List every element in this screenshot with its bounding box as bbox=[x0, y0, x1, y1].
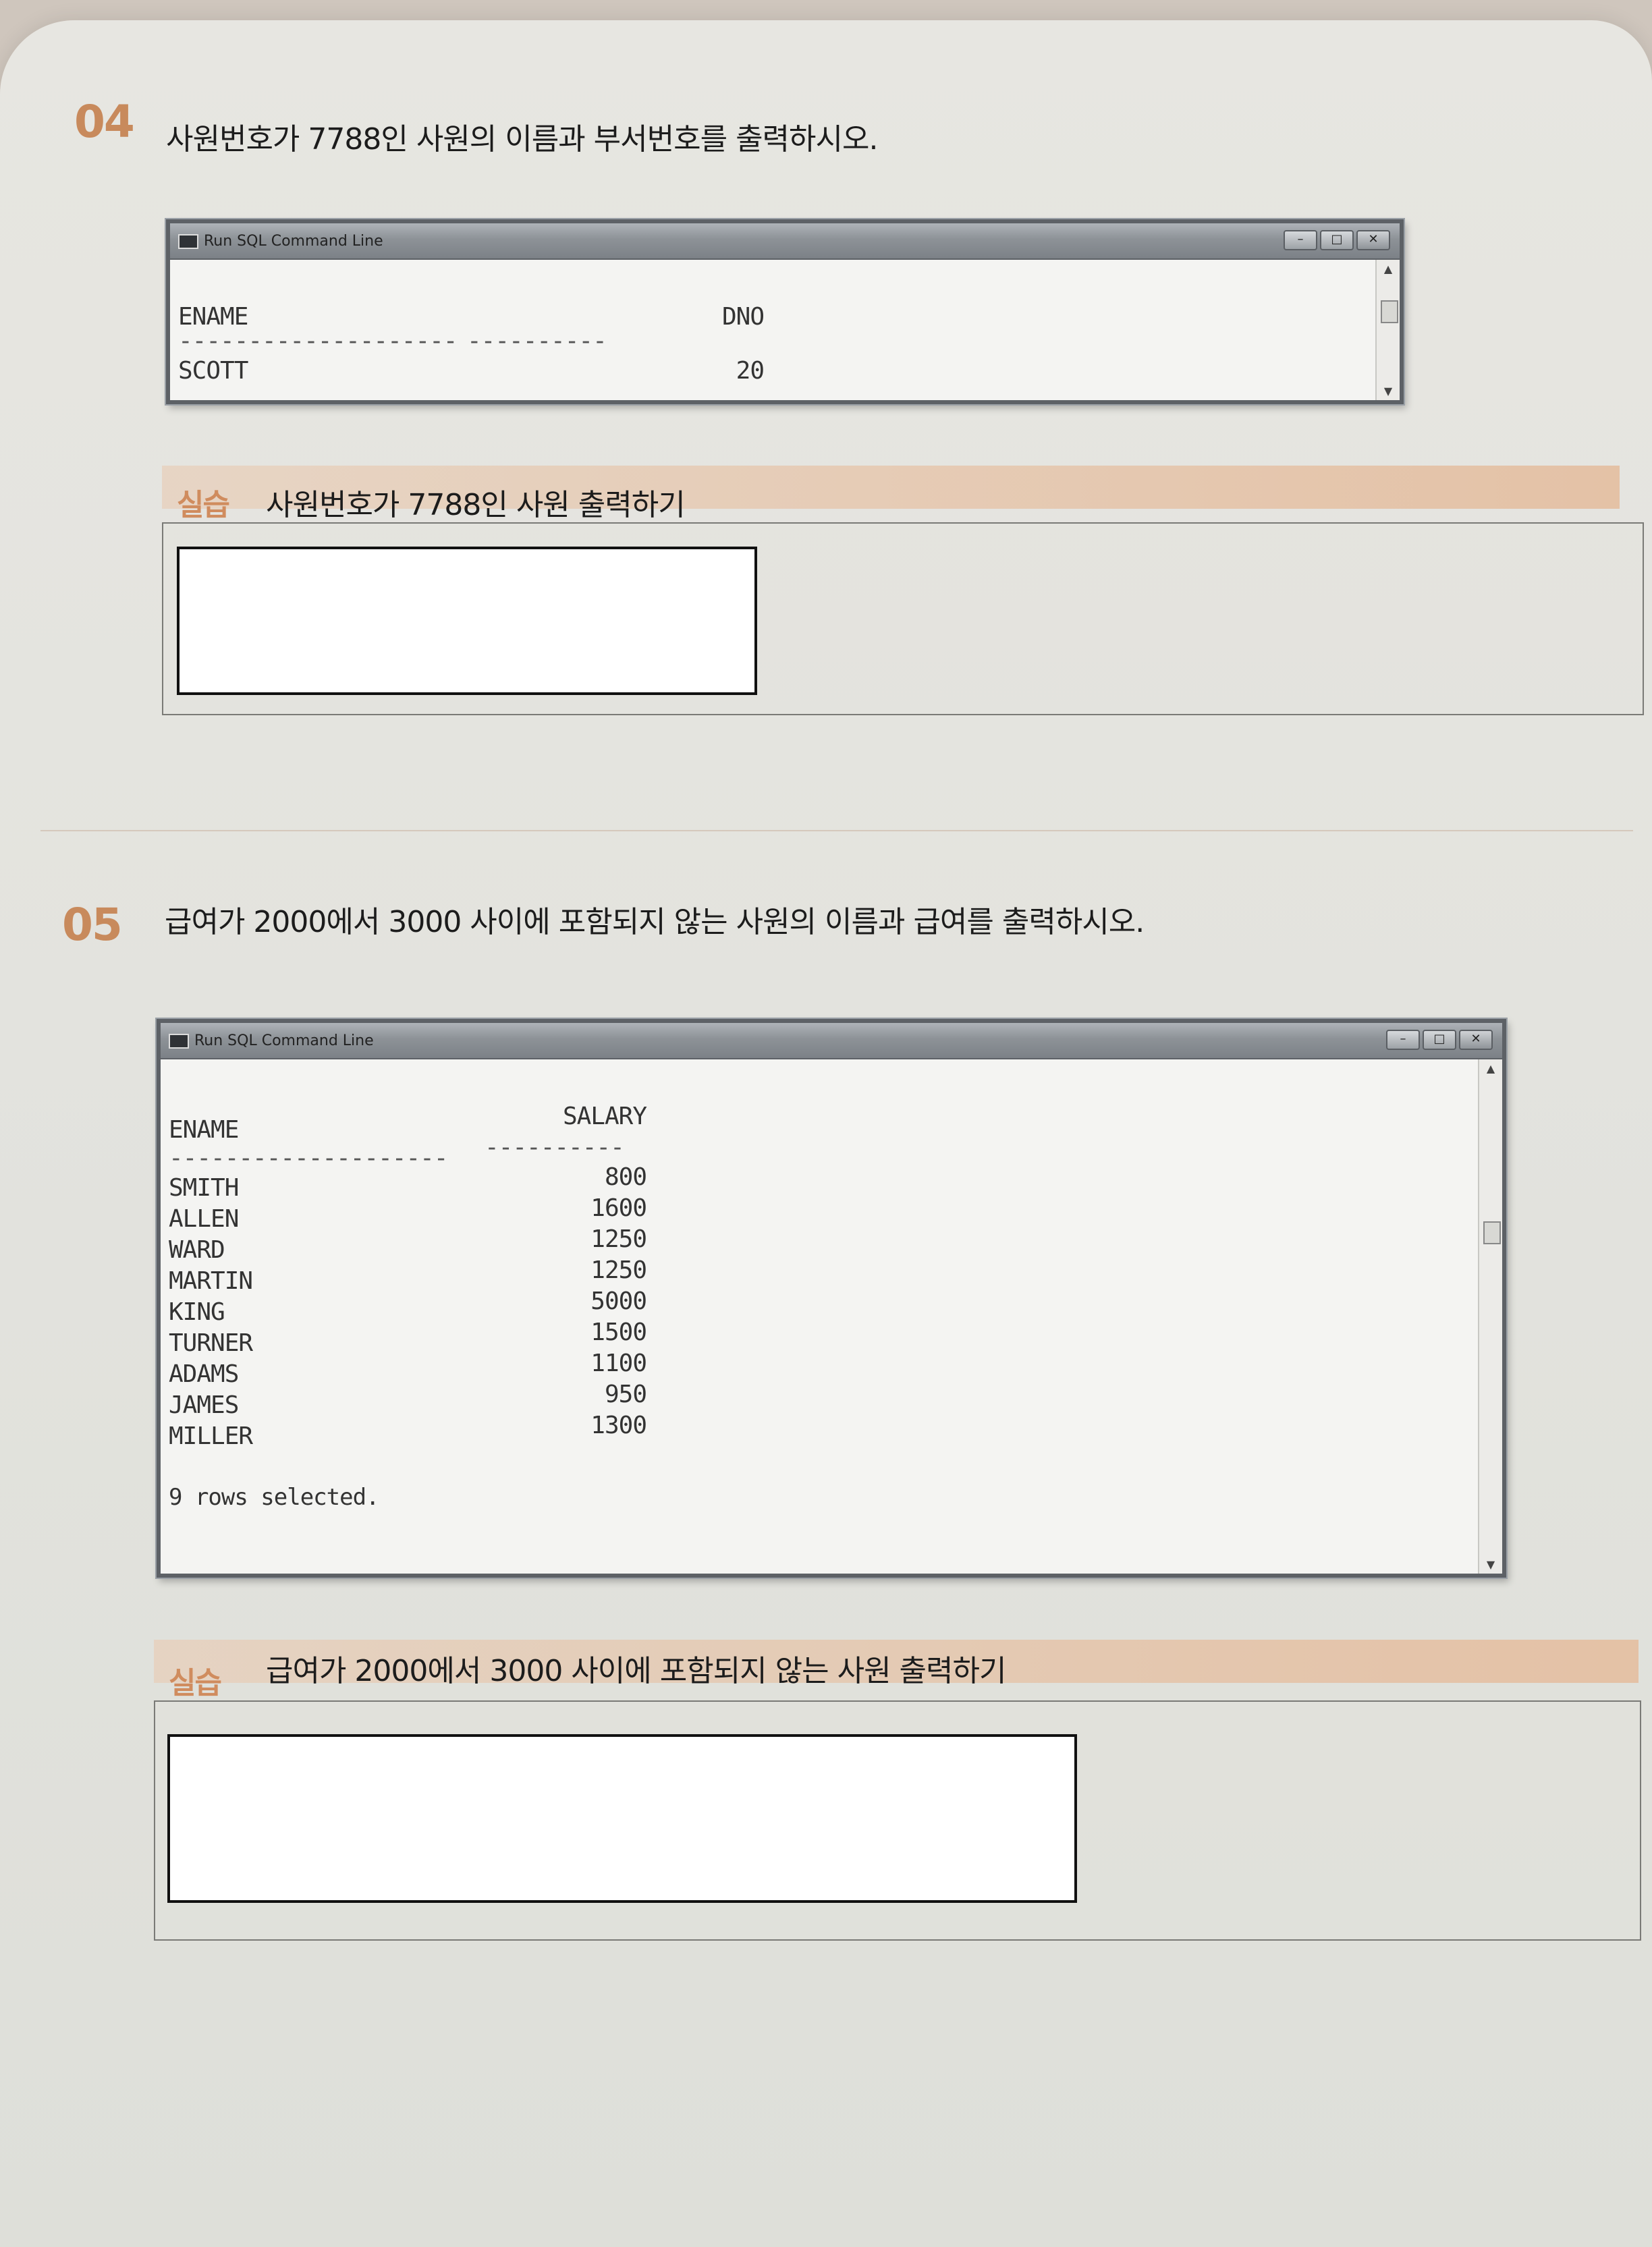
separator-ename: -------------------- bbox=[169, 1144, 448, 1172]
scroll-up-arrow-icon[interactable]: ▲ bbox=[1479, 1062, 1502, 1075]
result-row-name: MARTIN bbox=[169, 1267, 253, 1295]
scroll-up-arrow-icon[interactable]: ▲ bbox=[1377, 262, 1400, 275]
separator-salary: ---------- bbox=[485, 1134, 625, 1161]
result-row-value: 1300 bbox=[590, 1412, 647, 1439]
result-row-value: 1500 bbox=[590, 1319, 647, 1346]
console-app-icon bbox=[169, 1034, 189, 1049]
result-row-name: SCOTT bbox=[178, 357, 248, 385]
practice-title-04: 사원번호가 7788인 사원 출력하기 bbox=[266, 488, 686, 522]
question-text-05: 급여가 2000에서 3000 사이에 포함되지 않는 사원의 이름과 급여를 … bbox=[165, 905, 1145, 939]
section-divider bbox=[40, 830, 1633, 831]
practice-title-05: 급여가 2000에서 3000 사이에 포함되지 않는 사원 출력하기 bbox=[266, 1654, 1006, 1688]
console-scrollbar[interactable]: ▲ ▼ bbox=[1478, 1059, 1502, 1574]
answer-box-05[interactable] bbox=[167, 1734, 1077, 1903]
result-row-name: WARD bbox=[169, 1236, 225, 1264]
maximize-button[interactable]: □ bbox=[1423, 1030, 1456, 1050]
result-row-name: KING bbox=[169, 1298, 225, 1326]
console-titlebar: Run SQL Command Line – □ ✕ bbox=[161, 1023, 1502, 1059]
scroll-down-arrow-icon[interactable]: ▼ bbox=[1377, 385, 1400, 397]
result-row-value: 1250 bbox=[590, 1225, 647, 1253]
result-row-value: 1100 bbox=[590, 1350, 647, 1377]
scroll-down-arrow-icon[interactable]: ▼ bbox=[1479, 1558, 1502, 1571]
console-window-title: Run SQL Command Line bbox=[204, 233, 383, 250]
answer-box-04[interactable] bbox=[177, 547, 757, 695]
column-header-salary: SALARY bbox=[562, 1103, 647, 1130]
window-controls: – □ ✕ bbox=[1284, 230, 1390, 250]
result-row-name: SMITH bbox=[169, 1174, 239, 1202]
minimize-button[interactable]: – bbox=[1284, 230, 1317, 250]
question-number-05: 05 bbox=[62, 899, 123, 951]
result-row-name: ALLEN bbox=[169, 1205, 239, 1233]
scroll-thumb[interactable] bbox=[1483, 1221, 1501, 1244]
result-row-name: JAMES bbox=[169, 1391, 239, 1419]
result-row-name: ADAMS bbox=[169, 1360, 239, 1388]
scroll-thumb[interactable] bbox=[1381, 300, 1398, 323]
column-header-ename: ENAME bbox=[169, 1116, 239, 1144]
console-app-icon bbox=[178, 234, 198, 249]
separator-dno: ---------- bbox=[467, 327, 607, 355]
console-window-title: Run SQL Command Line bbox=[194, 1032, 374, 1049]
close-button[interactable]: ✕ bbox=[1459, 1030, 1493, 1050]
practice-tag-04: 실습 bbox=[177, 488, 230, 522]
result-row-value: 1600 bbox=[590, 1194, 647, 1222]
practice-tag-05: 실습 bbox=[169, 1666, 222, 1700]
console-titlebar: Run SQL Command Line – □ ✕ bbox=[170, 223, 1400, 260]
minimize-button[interactable]: – bbox=[1386, 1030, 1420, 1050]
question-number-04: 04 bbox=[74, 96, 135, 148]
question-text-04: 사원번호가 7788인 사원의 이름과 부서번호를 출력하시오. bbox=[166, 122, 878, 157]
result-row-value: 1250 bbox=[590, 1256, 647, 1284]
window-controls: – □ ✕ bbox=[1386, 1030, 1493, 1050]
maximize-button[interactable]: □ bbox=[1320, 230, 1354, 250]
sql-console-window-04: Run SQL Command Line – □ ✕ ▲ ▼ ENAME DNO… bbox=[166, 219, 1404, 404]
close-button[interactable]: ✕ bbox=[1356, 230, 1390, 250]
result-row-name: MILLER bbox=[169, 1422, 253, 1450]
separator-ename: -------------------- bbox=[178, 327, 458, 355]
result-row-value: 800 bbox=[604, 1163, 647, 1191]
result-row-value: 20 bbox=[736, 357, 765, 385]
sql-console-window-05: Run SQL Command Line – □ ✕ ▲ ▼ ENAME SAL… bbox=[157, 1019, 1506, 1578]
book-page: 04 사원번호가 7788인 사원의 이름과 부서번호를 출력하시오. Run … bbox=[0, 20, 1652, 2247]
console-scrollbar[interactable]: ▲ ▼ bbox=[1375, 260, 1400, 400]
result-row-name: TURNER bbox=[169, 1329, 253, 1357]
rows-selected-footer: 9 rows selected. bbox=[169, 1484, 380, 1511]
result-row-value: 950 bbox=[604, 1381, 647, 1408]
result-row-value: 5000 bbox=[590, 1287, 647, 1315]
